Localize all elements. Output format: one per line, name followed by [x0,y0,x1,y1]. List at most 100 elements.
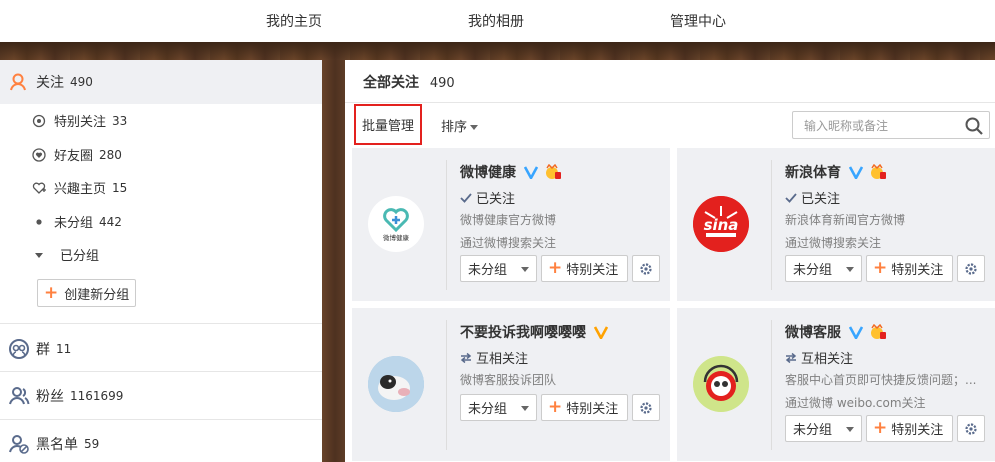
special-follow-label: 特别关注 [566,402,619,417]
create-group-button[interactable]: + 创建新分组 [37,279,136,307]
user-name-link[interactable]: 微博客服 [785,322,841,342]
sidebar-item-count: 280 [99,147,122,162]
check-icon [785,192,797,204]
avatar[interactable]: 微博健康 [368,196,424,252]
heart-plus-icon [32,181,46,195]
group-select[interactable]: 未分组 [785,415,862,442]
user-description: 新浪体育新闻官方微博 [785,213,906,227]
sidebar-item-special-follow[interactable]: 特别关注 33 [32,111,127,130]
user-name-link[interactable]: 不要投诉我啊嘤嘤嘤 [460,322,586,342]
sidebar-item-friends-circle[interactable]: 好友圈 280 [32,145,122,164]
batch-manage-button[interactable]: 批量管理 [354,104,422,145]
user-name-link[interactable]: 新浪体育 [785,162,841,182]
plus-icon: + [44,282,59,303]
sidebar-item-count: 59 [84,437,100,451]
user-description: 客服中心首页即可快捷反馈问题；... [785,373,977,387]
sidebar-item-count: 15 [112,180,128,195]
follow-card: 不要投诉我啊嘤嘤嘤 互相关注 微博客服投诉团队 未分组 + 特别关注 [352,308,670,461]
verified-badge-icon [594,325,608,339]
sidebar-item-label: 黑名单 [36,437,78,453]
user-description: 微博健康官方微博 [460,213,557,227]
gear-icon [640,401,652,414]
gear-icon [965,262,977,275]
avatar[interactable] [693,356,749,412]
follow-source: 通过微博 weibo.com关注 [785,396,926,410]
group-select-label: 未分组 [793,423,833,438]
sidebar-item-label: 好友圈 [54,149,94,164]
search-box [792,111,990,139]
follow-source: 通过微博搜索关注 [460,236,557,250]
search-icon[interactable] [964,116,984,136]
crown-member-icon [869,164,887,180]
follow-person-icon [8,71,30,93]
group-select-label: 未分组 [468,263,508,278]
nav-management-center[interactable]: 管理中心 [670,11,726,31]
dot-icon [32,215,46,229]
group-select[interactable]: 未分组 [460,394,537,421]
special-follow-button[interactable]: + 特别关注 [866,415,953,442]
sidebar-item-count: 1161699 [70,389,124,403]
special-follow-label: 特别关注 [566,263,619,278]
mutual-follow-icon [785,352,797,364]
sidebar-item-fans[interactable]: 粉丝 1161699 [8,385,123,407]
follow-status: 互相关注 [785,348,853,367]
plus-icon: + [873,418,888,438]
special-follow-button[interactable]: + 特别关注 [541,394,628,421]
special-follow-button[interactable]: + 特别关注 [866,255,953,282]
sidebar-item-blacklist[interactable]: 黑名单 59 [8,433,99,455]
group-select[interactable]: 未分组 [460,255,537,282]
sidebar-item-count: 33 [112,113,128,128]
avatar[interactable] [368,356,424,412]
follow-card: sina 新浪体育 已关注 新浪体育新闻官方微博 通过微博搜索关注 未分组 + 特… [677,148,995,301]
sidebar-item-count: 11 [56,342,72,356]
chevron-down-icon [521,267,529,272]
divider [446,160,447,290]
follow-status-label: 已关注 [801,192,841,207]
sort-dropdown[interactable]: 排序 [441,116,479,135]
sidebar-item-interest-pages[interactable]: 兴趣主页 15 [32,178,127,197]
gear-icon [640,262,652,275]
sidebar-item-ungrouped[interactable]: 未分组 442 [32,212,122,231]
user-name-link[interactable]: 微博健康 [460,162,516,182]
eye-icon [32,114,46,128]
settings-button[interactable] [632,394,660,421]
special-follow-label: 特别关注 [891,263,944,278]
page-title-count: 490 [429,76,455,91]
chevron-down-icon [470,125,479,130]
heart-circle-icon [32,147,46,162]
nav-my-homepage[interactable]: 我的主页 [266,11,322,31]
check-icon [460,192,472,204]
settings-button[interactable] [632,255,660,282]
card-name: 微博健康 [460,162,562,182]
sidebar-item-count: 442 [99,214,122,229]
card-name: 新浪体育 [785,162,887,182]
sidebar-item-group-chat[interactable]: 群 11 [8,338,71,360]
follow-status-label: 已关注 [476,192,516,207]
sidebar-item-label: 群 [36,342,50,358]
group-icon [8,338,30,360]
sort-label: 排序 [441,120,468,135]
sidebar-item-label: 未分组 [54,216,94,231]
settings-button[interactable] [957,255,985,282]
avatar[interactable]: sina [693,196,749,252]
follow-status: 已关注 [785,188,840,207]
follow-status-label: 互相关注 [476,352,529,367]
gear-icon [965,422,977,435]
special-follow-label: 特别关注 [891,423,944,438]
plus-icon: + [548,397,563,417]
search-input[interactable] [804,116,954,136]
special-follow-button[interactable]: + 特别关注 [541,255,628,282]
follow-status-label: 互相关注 [801,352,854,367]
settings-button[interactable] [957,415,985,442]
fans-icon [8,385,30,407]
follow-status: 互相关注 [460,348,528,367]
group-select[interactable]: 未分组 [785,255,862,282]
sidebar-item-follow[interactable]: 关注 490 [8,71,93,93]
verified-badge-icon [849,325,863,339]
sidebar-item-grouped[interactable]: 已分组 [32,245,99,264]
page-title: 全部关注 490 [363,72,455,92]
nav-my-album[interactable]: 我的相册 [468,11,524,31]
top-nav: 我的主页 我的相册 管理中心 [0,0,995,42]
chevron-down-icon [846,267,854,272]
caret-down-icon [32,248,46,262]
